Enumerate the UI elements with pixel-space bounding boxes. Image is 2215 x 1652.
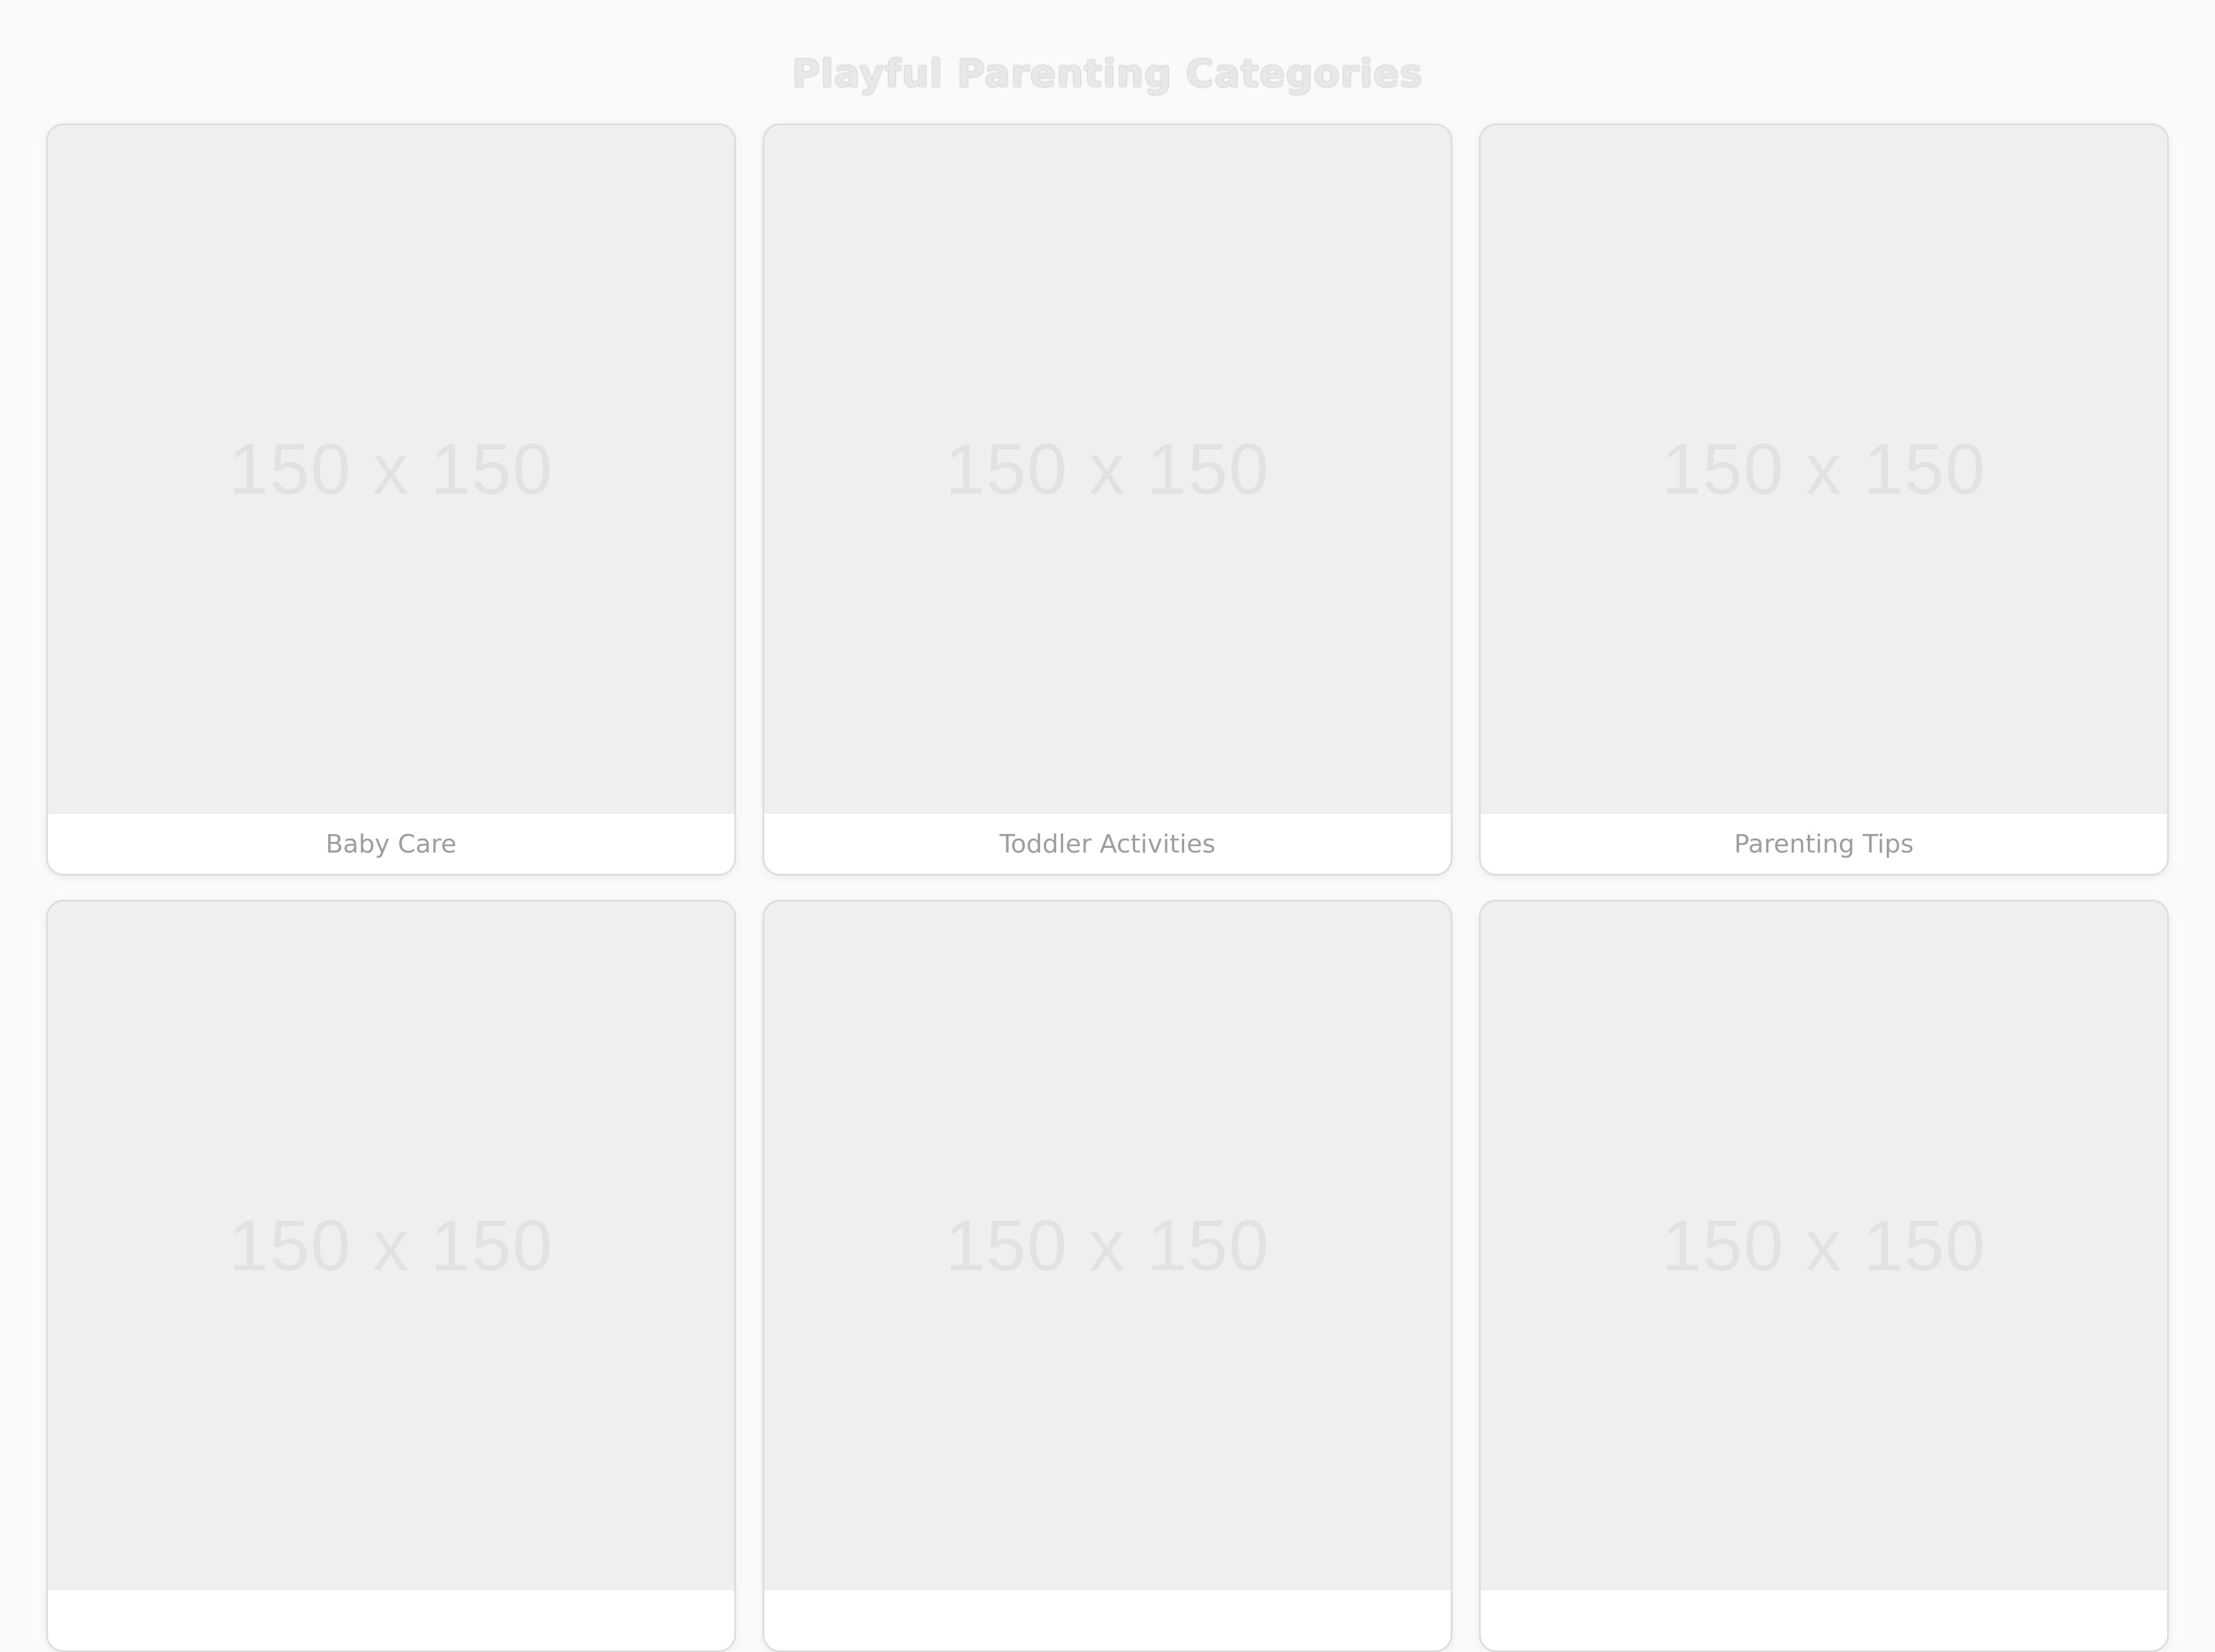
category-label: Baby Care [48, 814, 734, 874]
category-label [48, 1590, 734, 1650]
category-card-parenting-tips[interactable]: 150 x 150 Parenting Tips [1479, 123, 2169, 876]
category-label: Parenting Tips [1481, 814, 2167, 874]
category-image: 150 x 150 [764, 902, 1451, 1590]
category-image: 150 x 150 [1481, 902, 2167, 1590]
image-placeholder-text: 150 x 150 [228, 430, 554, 509]
image-placeholder-text: 150 x 150 [1661, 1206, 1987, 1286]
category-image: 150 x 150 [1481, 125, 2167, 814]
category-card[interactable]: 150 x 150 [763, 900, 1452, 1652]
category-card[interactable]: 150 x 150 [46, 900, 736, 1652]
category-image: 150 x 150 [764, 125, 1451, 814]
category-image: 150 x 150 [48, 902, 734, 1590]
category-label: Toddler Activities [764, 814, 1451, 874]
image-placeholder-text: 150 x 150 [228, 1206, 554, 1286]
image-placeholder-text: 150 x 150 [1661, 430, 1987, 509]
category-card-baby-care[interactable]: 150 x 150 Baby Care [46, 123, 736, 876]
category-label [1481, 1590, 2167, 1650]
category-card[interactable]: 150 x 150 [1479, 900, 2169, 1652]
image-placeholder-text: 150 x 150 [945, 430, 1270, 509]
page-title: Playful Parenting Categories [792, 51, 1423, 96]
category-card-toddler-activities[interactable]: 150 x 150 Toddler Activities [763, 123, 1452, 876]
image-placeholder-text: 150 x 150 [945, 1206, 1270, 1286]
category-grid: 150 x 150 Baby Care 150 x 150 Toddler Ac… [46, 123, 2169, 1652]
category-label [764, 1590, 1451, 1650]
category-image: 150 x 150 [48, 125, 734, 814]
